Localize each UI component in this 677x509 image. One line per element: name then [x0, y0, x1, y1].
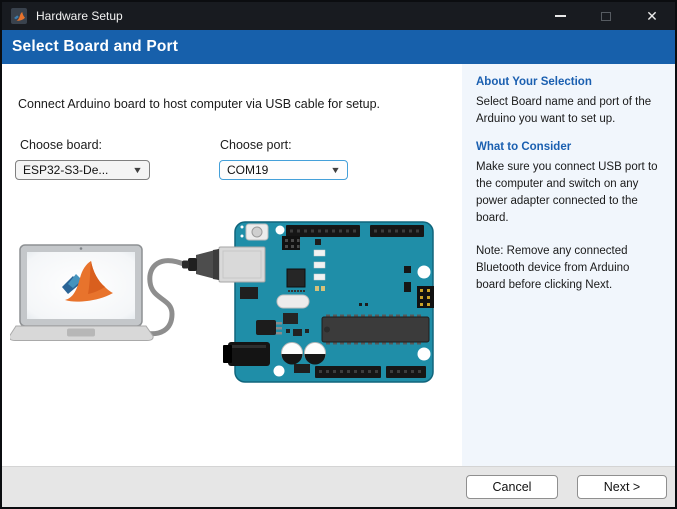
board-label: Choose board: — [20, 138, 103, 152]
what-to-consider-heading: What to Consider — [476, 141, 572, 153]
window-controls: ✕ — [537, 2, 675, 30]
board-dropdown-value: ESP32-S3-De... — [23, 163, 109, 177]
main-panel: Connect Arduino board to host computer v… — [2, 64, 462, 466]
title-bar: Hardware Setup ✕ — [2, 2, 675, 30]
chevron-down-icon: ▼ — [330, 165, 341, 175]
window-title: Hardware Setup — [36, 9, 123, 23]
minimize-icon — [554, 15, 566, 17]
page-header: Select Board and Port — [2, 30, 675, 64]
maximize-button — [583, 2, 629, 30]
board-dropdown[interactable]: ESP32-S3-De... ▼ — [15, 160, 150, 180]
bluetooth-note: Note: Remove any connected Bluetooth dev… — [476, 245, 630, 291]
power-jack-icon — [223, 342, 270, 366]
usb-cable — [141, 258, 189, 337]
close-button[interactable]: ✕ — [629, 2, 675, 30]
usb-plug — [182, 246, 266, 283]
close-icon: ✕ — [646, 8, 658, 24]
minimize-button[interactable] — [537, 2, 583, 30]
chevron-down-icon: ▼ — [132, 165, 143, 175]
cancel-button[interactable]: Cancel — [466, 475, 558, 499]
webcam-dot — [79, 247, 83, 250]
port-label: Choose port: — [220, 138, 292, 152]
what-to-consider-body: Make sure you connect USB port to the co… — [476, 161, 658, 224]
hardware-setup-window: Hardware Setup ✕ Select Board and Port C… — [0, 0, 677, 509]
about-selection-body: Select Board name and port of the Arduin… — [476, 96, 652, 125]
microcontroller-chip-icon — [321, 314, 430, 345]
port-dropdown-value: COM19 — [227, 163, 269, 177]
arduino-board-illustration — [223, 221, 434, 383]
matlab-app-icon — [11, 8, 27, 24]
connection-illustration — [10, 221, 434, 383]
footer-bar: Cancel Next > — [2, 466, 675, 507]
next-button[interactable]: Next > — [577, 475, 667, 499]
about-selection-heading: About Your Selection — [476, 76, 592, 88]
port-dropdown[interactable]: COM19 ▼ — [219, 160, 348, 180]
content-area: Connect Arduino board to host computer v… — [2, 64, 675, 466]
touchpad — [67, 328, 95, 337]
instruction-text: Connect Arduino board to host computer v… — [18, 97, 381, 111]
laptop-illustration — [10, 244, 154, 341]
maximize-icon — [601, 11, 611, 21]
page-title: Select Board and Port — [12, 38, 179, 55]
help-sidebar: About Your Selection Select Board name a… — [462, 64, 675, 466]
